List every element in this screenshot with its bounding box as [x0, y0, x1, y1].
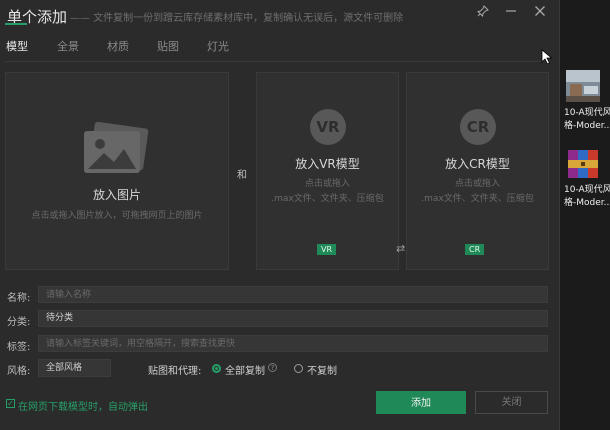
cr-badge-icon: CR	[460, 109, 496, 145]
desktop-file-icon-1[interactable]	[566, 70, 602, 106]
style-label: 风格:	[7, 366, 31, 377]
desktop-file-label-1b: 格-Moder...	[564, 121, 610, 131]
vr-drop-title: 放入VR模型	[295, 157, 360, 171]
category-select[interactable]: 待分类	[38, 310, 548, 327]
close-icon[interactable]	[531, 5, 549, 23]
mouse-cursor-icon	[541, 49, 553, 69]
no-copy-label[interactable]: 不复制	[307, 362, 337, 377]
cr-drop-hint-line2: .max文件、文件夹、压缩包	[421, 194, 534, 204]
image-placeholder-icon	[82, 121, 152, 181]
help-icon[interactable]: ?	[268, 363, 277, 372]
close-button[interactable]: 关闭	[475, 391, 548, 414]
vr-drop-hint-line2: .max文件、文件夹、压缩包	[271, 194, 384, 204]
single-add-dialog: 单个添加 —— 文件复制一份到蹭云库存储素材库中，复制确认无误后，源文件可删除 …	[0, 0, 560, 430]
vr-model-drop-zone[interactable]: VR 放入VR模型 点击或拖入 .max文件、文件夹、压缩包 VR	[256, 72, 399, 270]
texture-proxy-label: 贴图和代理:	[148, 366, 202, 377]
cr-drop-title: 放入CR模型	[445, 157, 510, 171]
cr-model-drop-zone[interactable]: CR 放入CR模型 点击或拖入 .max文件、文件夹、压缩包 CR	[406, 72, 549, 270]
category-tabs: 模型 全景 材质 贴图 灯光	[0, 36, 560, 60]
copy-all-label[interactable]: 全部复制	[225, 362, 265, 377]
category-label: 分类:	[7, 317, 31, 328]
no-copy-radio[interactable]	[294, 364, 303, 373]
tab-divider	[5, 61, 550, 62]
desktop-archive-icon-2[interactable]	[566, 148, 602, 184]
tab-texture[interactable]: 贴图	[157, 38, 179, 54]
name-input[interactable]	[38, 286, 548, 303]
vr-tag: VR	[317, 244, 337, 255]
pin-icon[interactable]	[474, 5, 492, 23]
desktop-file-label-1a: 10-A现代风	[564, 108, 610, 118]
add-button[interactable]: 添加	[376, 391, 466, 414]
cr-tag: CR	[465, 244, 485, 255]
dialog-subtitle: —— 文件复制一份到蹭云库存储素材库中，复制确认无误后，源文件可删除	[70, 13, 404, 24]
vr-badge-icon: VR	[310, 109, 346, 145]
name-label: 名称:	[7, 293, 31, 304]
and-label: 和	[237, 170, 247, 181]
swap-icon[interactable]: ⇄	[396, 242, 405, 255]
vr-drop-hint-line1: 点击或拖入	[304, 179, 350, 189]
image-drop-hint: 点击或拖入图片放入，可拖拽网页上的图片	[31, 211, 203, 221]
image-drop-title: 放入图片	[92, 188, 141, 202]
tab-panorama[interactable]: 全景	[57, 38, 79, 54]
tab-model[interactable]: 模型	[6, 38, 28, 54]
copy-all-radio[interactable]	[212, 364, 221, 373]
dialog-titlebar[interactable]: 单个添加 —— 文件复制一份到蹭云库存储素材库中，复制确认无误后，源文件可删除	[0, 0, 560, 30]
tags-label: 标签:	[7, 342, 31, 353]
desktop-file-label-2b: 格-Moder...	[564, 198, 610, 208]
active-tab-indicator	[5, 23, 27, 25]
cr-drop-hint-line1: 点击或拖入	[454, 179, 500, 189]
tab-lighting[interactable]: 灯光	[207, 38, 229, 54]
minimize-icon[interactable]	[502, 5, 520, 23]
tags-input[interactable]	[38, 335, 548, 352]
style-select[interactable]: 全部风格	[38, 359, 111, 377]
desktop-file-label-2a: 10-A现代风	[564, 185, 610, 195]
tab-material[interactable]: 材质	[107, 38, 129, 54]
auto-popup-checkbox[interactable]: ✓	[6, 399, 15, 408]
auto-popup-label[interactable]: 在网页下载模型时，自动弹出	[18, 398, 148, 413]
image-drop-zone[interactable]: 放入图片 点击或拖入图片放入，可拖拽网页上的图片	[5, 72, 229, 270]
